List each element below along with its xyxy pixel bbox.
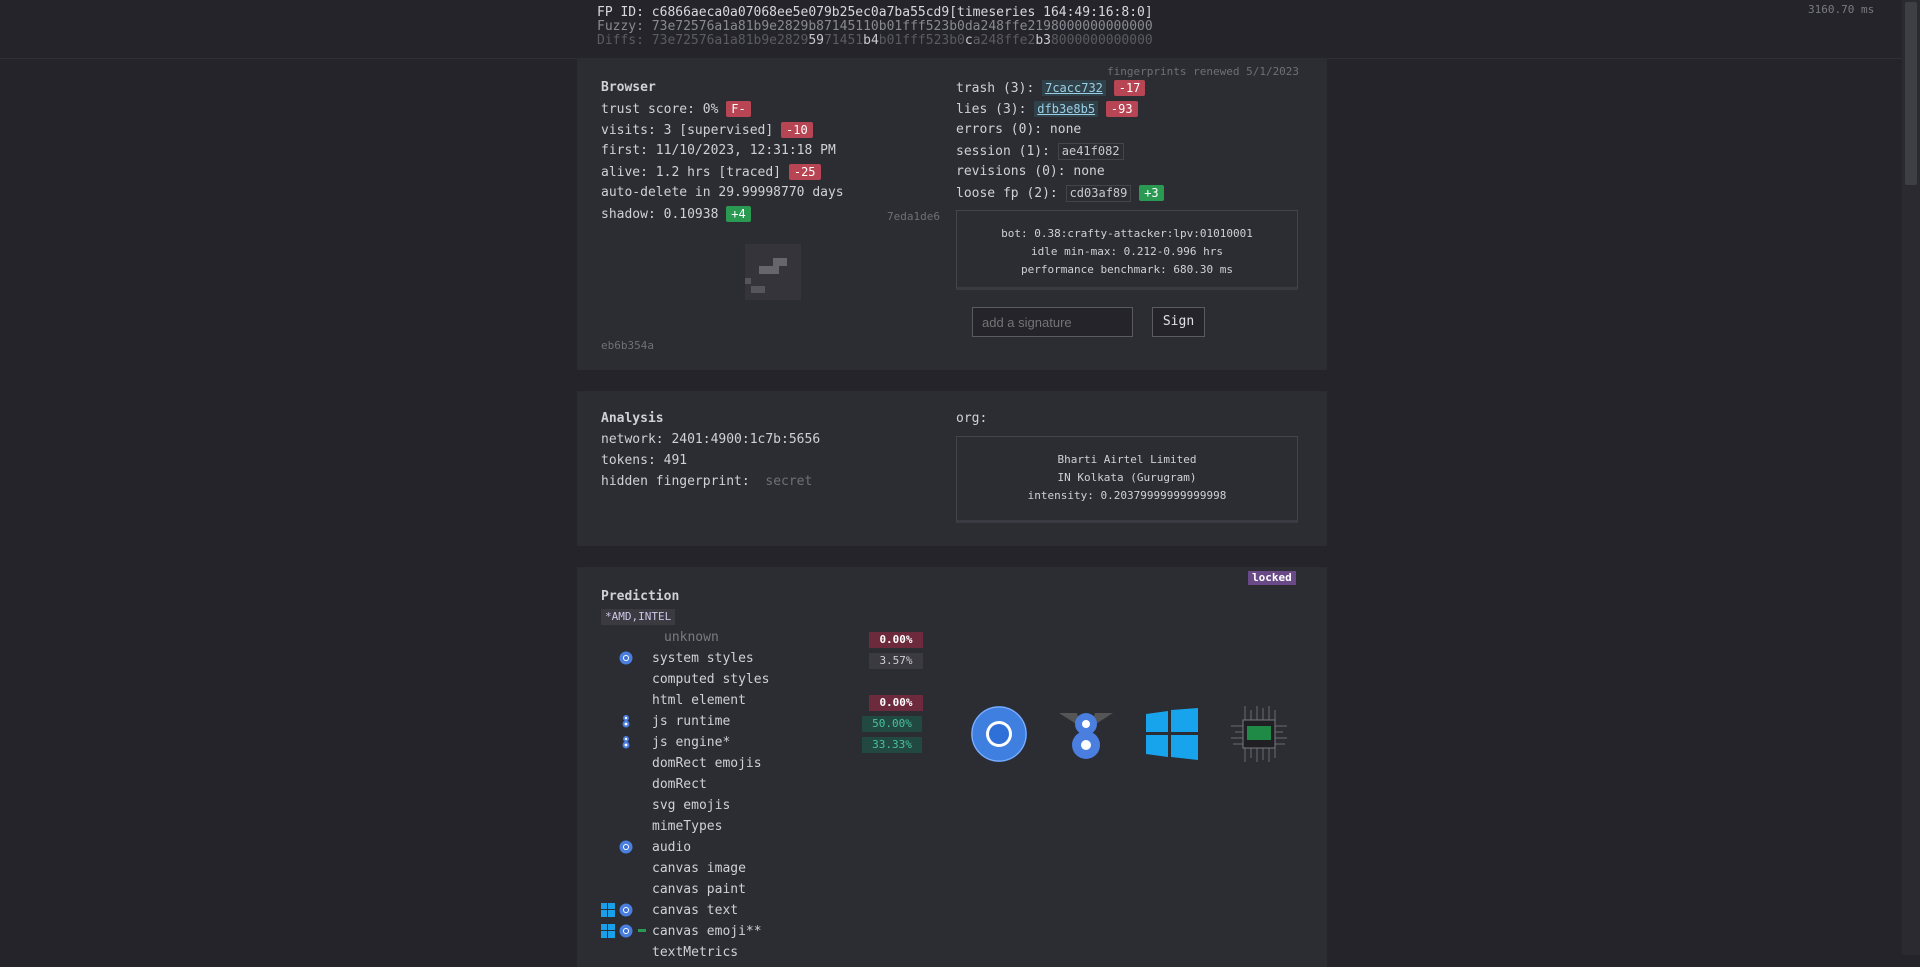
fuzzy-hash: Fuzzy: 73e72576a1a81b9e2829b87145110b01f… (597, 19, 1153, 34)
trust-badge: F- (726, 101, 751, 117)
auto-delete: auto-delete in 29.99998770 days (601, 185, 844, 200)
network: network: 2401:4900:1c7b:5656 (601, 432, 821, 447)
pct-system-styles: 3.57% (869, 653, 923, 669)
benchmark-line: performance benchmark: 680.30 ms (1021, 263, 1233, 276)
cpu-mini-icon (638, 929, 646, 932)
chrome-mini-icon (619, 651, 633, 665)
cpu-chip-icon (1231, 706, 1287, 762)
org-location: IN Kolkata (Gurugram) (1057, 471, 1197, 484)
sign-button[interactable]: Sign (1152, 307, 1205, 337)
diffs-hash: Diffs: 73e72576a1a81b9e28295971451b4b01f… (597, 33, 1153, 48)
first-seen: first: 11/10/2023, 12:31:18 PM (601, 143, 836, 158)
analysis-title: Analysis (601, 411, 664, 426)
pred-row-canvas-image: canvas image (652, 861, 746, 876)
chrome-mini-icon (619, 840, 633, 854)
session: session (1): ae41f082 (956, 143, 1124, 160)
errors: errors (0): none (956, 122, 1082, 137)
scrollbar-thumb[interactable] (1905, 2, 1917, 185)
v8-mini-icon (622, 715, 630, 728)
bot-info-box: bot: 0.38:crafty-attacker:lpv:01010001 i… (956, 210, 1298, 290)
signature-input[interactable] (972, 307, 1133, 337)
alive-badge: -25 (788, 164, 821, 180)
trash[interactable]: trash (3): 7cacc732 -17 (956, 80, 1146, 97)
pred-row-html-element: html element (652, 693, 746, 708)
pct-js-runtime: 50.00% (862, 716, 922, 732)
pred-row-canvas-text: canvas text (652, 903, 739, 918)
visits: visits: 3 [supervised] -10 (601, 122, 813, 139)
fingerprint-header: FP ID: c6866aeca0a07068ee5e079b25ec0a7ba… (0, 0, 1902, 59)
pred-row-system-styles: system styles (652, 651, 754, 666)
chrome-mini-icon (619, 903, 633, 917)
pred-row-domrect: domRect (652, 777, 707, 792)
chrome-mini-icon (619, 924, 633, 938)
lies[interactable]: lies (3): dfb3e8b5 -93 (956, 101, 1138, 118)
shadow-hash: 7eda1de6 (887, 210, 940, 223)
windows-mini-icon (601, 903, 615, 917)
locked-badge: locked (1248, 571, 1296, 585)
loose-hash: cd03af89 (1065, 185, 1132, 202)
idle-line: idle min-max: 0.212-0.996 hrs (1030, 245, 1224, 258)
image-hash: eb6b354a (601, 339, 654, 352)
prediction-title: Prediction (601, 589, 680, 604)
lies-hash-link[interactable]: dfb3e8b5 (1034, 101, 1099, 117)
visits-badge: -10 (781, 122, 813, 138)
loose-fp: loose fp (2): cd03af89 +3 (956, 185, 1164, 202)
hidden-value[interactable]: secret (765, 474, 812, 489)
pred-row-svg-emojis: svg emojis (652, 798, 731, 813)
chrome-icon (971, 706, 1027, 762)
pred-row-computed-styles: computed styles (652, 672, 770, 687)
renewed-note: fingerprints renewed 5/1/2023 (1107, 65, 1300, 78)
shadow-badge: +4 (726, 206, 751, 222)
pred-row-domrect-emojis: domRect emojis (652, 756, 762, 771)
hidden-fingerprint[interactable]: hidden fingerprint: secret (601, 474, 812, 490)
alive: alive: 1.2 hrs [traced] -25 (601, 164, 821, 181)
pred-row-canvas-paint: canvas paint (652, 882, 746, 897)
lies-badge: -93 (1105, 101, 1138, 117)
cpu-tag: *AMD,INTEL (601, 609, 676, 625)
browser-title: Browser (601, 80, 656, 95)
windows-icon (1146, 708, 1198, 760)
pct-unknown: 0.00% (869, 632, 923, 648)
org-label: org: (956, 411, 988, 426)
trash-hash-link[interactable]: 7cacc732 (1042, 80, 1106, 96)
bot-line: bot: 0.38:crafty-attacker:lpv:01010001 (1001, 227, 1253, 240)
pred-row-canvas-emoji: canvas emoji** (652, 924, 762, 939)
fp-id: FP ID: c6866aeca0a07068ee5e079b25ec0a7ba… (597, 5, 1153, 20)
analysis-card: Analysis network: 2401:4900:1c7b:5656 to… (577, 391, 1327, 546)
browser-card: fingerprints renewed 5/1/2023 Browser tr… (577, 58, 1327, 370)
pct-html-element: 0.00% (869, 695, 923, 711)
v8-icon (1059, 713, 1113, 759)
pred-row-textmetrics: textMetrics (652, 945, 739, 960)
pred-row-js-engine: js engine* (652, 735, 731, 750)
shadow: shadow: 0.10938 +4 (601, 206, 751, 223)
pred-row-js-runtime: js runtime (652, 714, 731, 729)
tokens: tokens: 491 (601, 453, 688, 468)
v8-mini-icon (622, 736, 630, 749)
org-intensity: intensity: 0.20379999999999998 (1027, 489, 1227, 502)
trust-score: trust score: 0% F- (601, 101, 751, 118)
pct-js-engine: 33.33% (862, 737, 922, 753)
org-box: Bharti Airtel Limited IN Kolkata (Gurugr… (956, 436, 1298, 523)
session-hash: ae41f082 (1057, 143, 1124, 160)
windows-mini-icon (601, 924, 615, 938)
pred-row-unknown: unknown (664, 630, 719, 645)
pred-row-audio: audio (652, 840, 692, 855)
org-name: Bharti Airtel Limited (1057, 453, 1197, 466)
loose-badge: +3 (1139, 185, 1164, 201)
pred-row-mimetypes: mimeTypes (652, 819, 723, 834)
revisions: revisions (0): none (956, 164, 1105, 179)
trash-badge: -17 (1113, 80, 1146, 96)
prediction-card: locked Prediction *AMD,INTEL unknown sys… (577, 567, 1327, 967)
fingerprint-image (745, 244, 801, 300)
fingerprint-ids: FP ID: c6866aeca0a07068ee5e079b25ec0a7ba… (597, 6, 1153, 48)
timer: 3160.70 ms (1808, 3, 1875, 16)
